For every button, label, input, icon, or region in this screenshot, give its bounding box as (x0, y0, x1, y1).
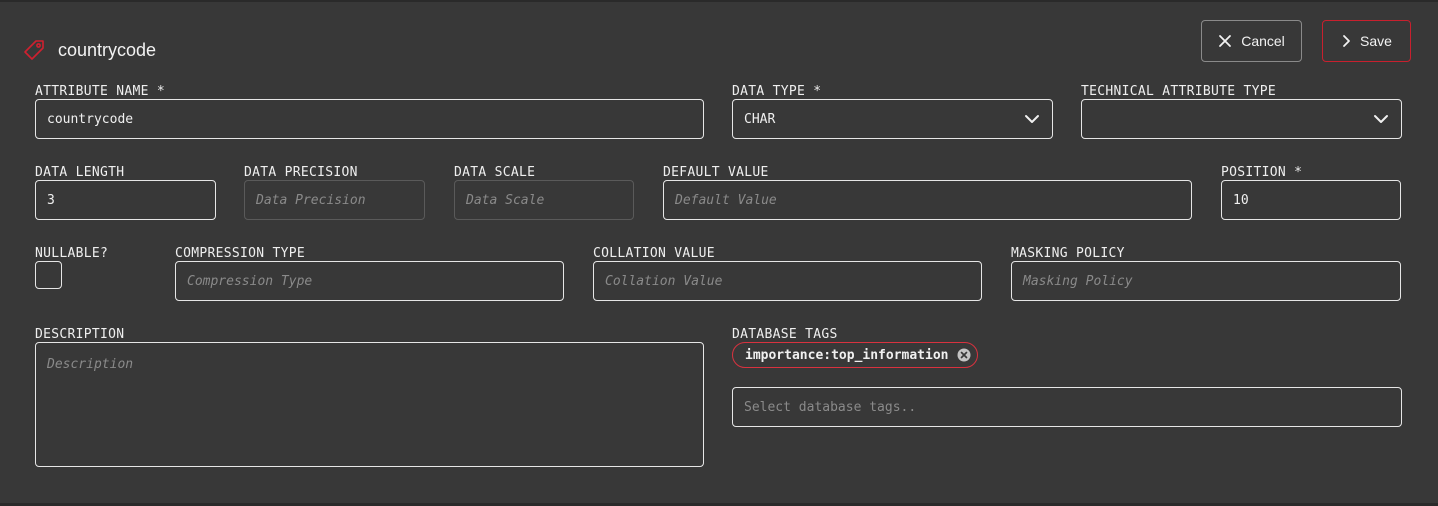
description-field: DESCRIPTION Description (35, 327, 704, 467)
data-precision-field: DATA PRECISION Data Precision (244, 165, 425, 220)
attribute-name-input[interactable]: countrycode (35, 99, 704, 139)
database-tags-placeholder: Select database tags.. (744, 399, 917, 415)
compression-type-input[interactable]: Compression Type (175, 261, 564, 301)
chevron-right-icon (1343, 35, 1350, 47)
default-value-field: DEFAULT VALUE Default Value (663, 165, 1192, 220)
data-precision-placeholder: Data Precision (256, 192, 366, 208)
data-type-value: CHAR (744, 111, 776, 127)
collation-value-input[interactable]: Collation Value (593, 261, 982, 301)
data-scale-placeholder: Data Scale (466, 192, 545, 208)
panel-header: countrycode (22, 38, 156, 62)
data-length-label: DATA LENGTH (35, 165, 125, 180)
description-label: DESCRIPTION (35, 327, 125, 342)
data-length-field: DATA LENGTH 3 (35, 165, 216, 220)
tag-chip: importance:top_information (732, 342, 978, 368)
nullable-field: NULLABLE? (35, 246, 109, 289)
technical-attribute-type-label: TECHNICAL ATTRIBUTE TYPE (1081, 84, 1277, 99)
chevron-down-icon (1374, 115, 1388, 123)
data-type-label: DATA TYPE * (732, 84, 822, 99)
default-value-label: DEFAULT VALUE (663, 165, 769, 180)
masking-policy-input[interactable]: Masking Policy (1011, 261, 1401, 301)
data-precision-label: DATA PRECISION (244, 165, 358, 180)
compression-type-label: COMPRESSION TYPE (175, 246, 306, 261)
masking-policy-field: MASKING POLICY Masking Policy (1011, 246, 1401, 301)
database-tags-input[interactable]: Select database tags.. (732, 387, 1402, 427)
masking-policy-placeholder: Masking Policy (1023, 273, 1133, 289)
attribute-editor-panel: countrycode Cancel Save ATTRIBUTE NAME *… (0, 0, 1438, 506)
description-textarea[interactable]: Description (35, 342, 704, 467)
technical-attribute-type-field: TECHNICAL ATTRIBUTE TYPE (1081, 84, 1402, 139)
close-icon (1219, 35, 1232, 47)
technical-attribute-type-select[interactable] (1081, 99, 1402, 139)
masking-policy-label: MASKING POLICY (1011, 246, 1125, 261)
compression-type-placeholder: Compression Type (187, 273, 313, 289)
default-value-input[interactable]: Default Value (663, 180, 1192, 220)
save-label: Save (1360, 33, 1392, 49)
description-placeholder: Description (47, 357, 134, 372)
attribute-name-field: ATTRIBUTE NAME * countrycode (35, 84, 704, 139)
collation-value-field: COLLATION VALUE Collation Value (593, 246, 982, 301)
collation-value-placeholder: Collation Value (605, 273, 723, 289)
nullable-label: NULLABLE? (35, 246, 109, 261)
page-title: countrycode (58, 39, 157, 60)
data-length-input[interactable]: 3 (35, 180, 216, 220)
chevron-down-icon (1025, 115, 1039, 123)
data-length-value: 3 (47, 192, 55, 208)
data-precision-input[interactable]: Data Precision (244, 180, 425, 220)
collation-value-label: COLLATION VALUE (593, 246, 715, 261)
database-tags-label: DATABASE TAGS (732, 327, 838, 342)
attribute-name-value: countrycode (47, 111, 134, 127)
tag-icon (22, 38, 46, 62)
remove-tag-button[interactable] (957, 348, 971, 362)
data-scale-input[interactable]: Data Scale (454, 180, 634, 220)
cancel-button[interactable]: Cancel (1201, 20, 1302, 62)
position-input[interactable]: 10 (1221, 180, 1401, 220)
close-circle-icon (957, 348, 970, 362)
database-tags-field: DATABASE TAGS importance:top_information… (732, 327, 1402, 427)
position-label: POSITION * (1221, 165, 1303, 180)
tag-chip-label: importance:top_information (745, 347, 949, 363)
default-value-placeholder: Default Value (675, 192, 777, 208)
compression-type-field: COMPRESSION TYPE Compression Type (175, 246, 564, 301)
data-scale-field: DATA SCALE Data Scale (454, 165, 634, 220)
attribute-name-label: ATTRIBUTE NAME * (35, 84, 166, 99)
cancel-label: Cancel (1241, 33, 1285, 49)
save-button[interactable]: Save (1322, 20, 1411, 62)
data-type-select[interactable]: CHAR (732, 99, 1053, 139)
position-field: POSITION * 10 (1221, 165, 1401, 220)
data-scale-label: DATA SCALE (454, 165, 536, 180)
nullable-checkbox[interactable] (35, 261, 62, 289)
position-value: 10 (1233, 192, 1249, 208)
data-type-field: DATA TYPE * CHAR (732, 84, 1053, 139)
